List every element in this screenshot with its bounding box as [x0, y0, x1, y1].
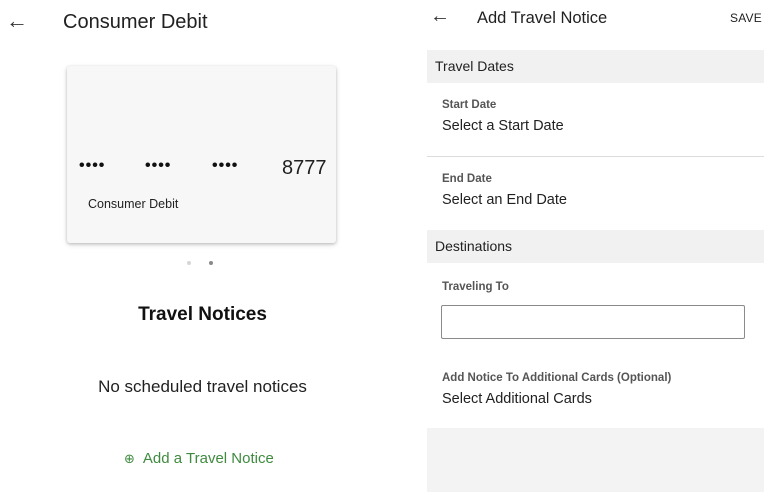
destinations-section-header: Destinations [427, 230, 764, 263]
pager-dot[interactable] [187, 261, 191, 265]
traveling-to-label: Traveling To [442, 281, 509, 293]
empty-state-message: No scheduled travel notices [98, 377, 307, 396]
card-detail-screen: ← Consumer Debit •••• •••• •••• 8777 Con… [0, 0, 405, 492]
add-travel-notice-link[interactable]: ⊕ Add a Travel Notice [124, 450, 274, 467]
page-title: Add Travel Notice [477, 9, 608, 27]
additional-cards-field[interactable]: Add Notice To Additional Cards (Optional… [442, 372, 671, 407]
start-date-field[interactable]: Start Date Select a Start Date [442, 99, 564, 134]
card-last-four: 8777 [282, 157, 327, 179]
end-date-field[interactable]: End Date Select an End Date [442, 173, 567, 208]
additional-cards-value: Select Additional Cards [442, 391, 592, 407]
back-arrow-icon[interactable]: ← [430, 6, 450, 26]
page-title: Consumer Debit [63, 11, 208, 33]
pager-dot-active[interactable] [209, 261, 213, 265]
add-travel-notice-screen: ← Add Travel Notice SAVE Travel Dates St… [427, 0, 764, 492]
end-date-label: End Date [442, 173, 492, 185]
end-date-value: Select an End Date [442, 192, 567, 208]
start-date-label: Start Date [442, 99, 497, 111]
add-circle-icon: ⊕ [124, 451, 135, 466]
additional-cards-label: Add Notice To Additional Cards (Optional… [442, 372, 672, 384]
back-arrow-icon[interactable]: ← [6, 10, 28, 32]
traveling-to-input[interactable] [441, 305, 745, 339]
masked-digits-2: •••• [145, 157, 172, 174]
start-date-value: Select a Start Date [442, 118, 564, 134]
card-name: Consumer Debit [88, 197, 179, 211]
masked-digits-3: •••• [212, 157, 239, 174]
divider [427, 156, 764, 157]
save-button[interactable]: SAVE [730, 11, 762, 25]
add-travel-notice-label: Add a Travel Notice [142, 450, 274, 467]
travel-notices-heading: Travel Notices [138, 304, 267, 325]
travel-dates-section-header: Travel Dates [427, 50, 764, 83]
masked-digits-1: •••• [79, 157, 106, 174]
empty-footer-area [427, 428, 764, 492]
card-carousel-item[interactable] [67, 66, 336, 243]
